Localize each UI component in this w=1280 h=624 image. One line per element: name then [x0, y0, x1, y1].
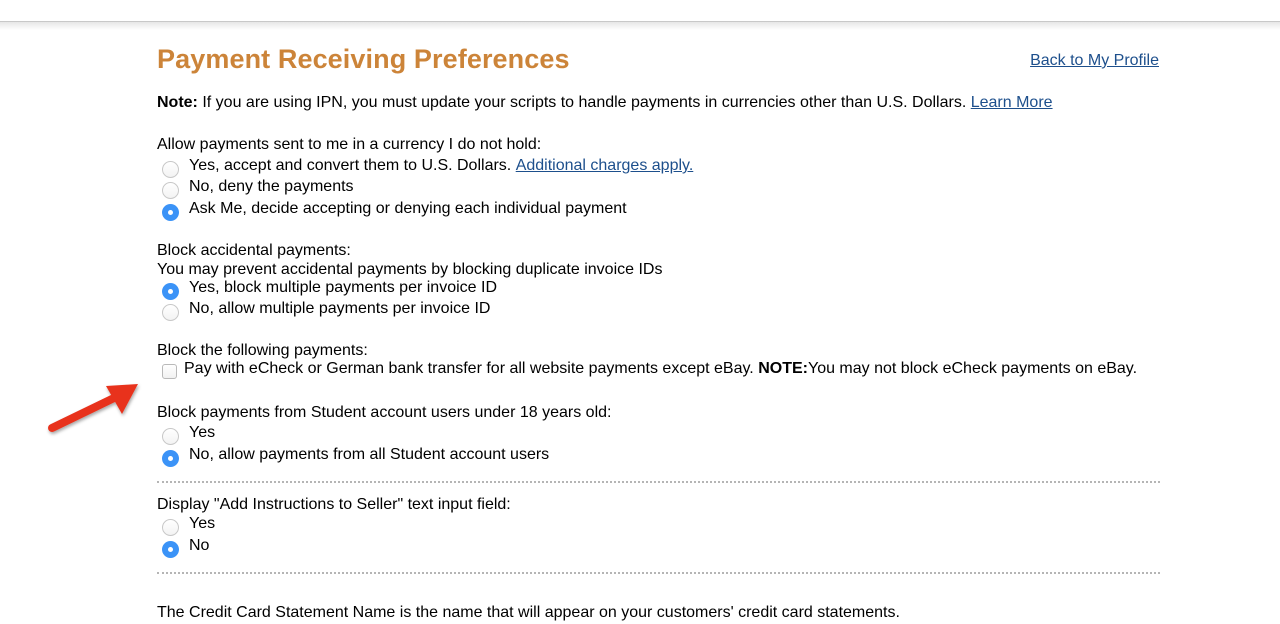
option-label: Ask Me, decide accepting or denying each… [189, 200, 627, 217]
option-label: Yes [189, 424, 216, 441]
currency-option-accept-convert[interactable]: Yes, accept and convert them to U.S. Dol… [162, 155, 694, 178]
radio-button-selected[interactable] [162, 541, 179, 558]
option-label: No, allow multiple payments per invoice … [189, 300, 491, 317]
echeck-note-text: You may not block eCheck payments on eBa… [807, 360, 1138, 377]
section-divider [157, 481, 1160, 483]
student-question: Block payments from Student account user… [157, 404, 612, 421]
option-label: No, allow payments from all Student acco… [189, 446, 550, 463]
instructions-option-yes[interactable]: Yes [162, 513, 216, 536]
radio-button-selected[interactable] [162, 450, 179, 467]
instructions-option-no[interactable]: No [162, 535, 210, 558]
currency-option-deny[interactable]: No, deny the payments [162, 176, 354, 199]
ipn-note: Note: If you are using IPN, you must upd… [157, 92, 1053, 113]
page-title: Payment Receiving Preferences [157, 44, 570, 74]
option-label: Yes [189, 515, 216, 532]
browser-top-bar [0, 0, 1280, 22]
radio-button[interactable] [162, 304, 179, 321]
student-option-yes[interactable]: Yes [162, 422, 216, 445]
learn-more-link[interactable]: Learn More [971, 94, 1053, 111]
annotation-arrow-icon [48, 384, 138, 432]
radio-button[interactable] [162, 519, 179, 536]
currency-option-ask-me[interactable]: Ask Me, decide accepting or denying each… [162, 198, 627, 221]
top-bar-shadow [0, 22, 1280, 30]
additional-charges-link[interactable]: Additional charges apply. [516, 155, 694, 176]
radio-button[interactable] [162, 428, 179, 445]
option-label: No [189, 537, 210, 554]
currency-question: Allow payments sent to me in a currency … [157, 136, 542, 153]
echeck-checkbox[interactable] [162, 364, 177, 379]
radio-button[interactable] [162, 182, 179, 199]
student-option-no[interactable]: No, allow payments from all Student acco… [162, 444, 550, 467]
note-text: If you are using IPN, you must update yo… [197, 94, 971, 111]
option-label: Yes, accept and convert them to U.S. Dol… [189, 157, 512, 174]
option-label: No, deny the payments [189, 178, 354, 195]
echeck-block-option[interactable]: Pay with eCheck or German bank transfer … [162, 358, 1137, 379]
back-to-profile-link[interactable]: Back to My Profile [1030, 52, 1159, 70]
instructions-question: Display "Add Instructions to Seller" tex… [157, 496, 511, 513]
echeck-note-label: NOTE: [758, 360, 808, 377]
accidental-question: Block accidental payments: [157, 242, 351, 259]
accidental-option-allow[interactable]: No, allow multiple payments per invoice … [162, 298, 491, 321]
radio-button-selected[interactable] [162, 204, 179, 221]
checkbox-label: Pay with eCheck or German bank transfer … [184, 360, 754, 377]
accidental-option-block[interactable]: Yes, block multiple payments per invoice… [162, 277, 497, 300]
section-divider [157, 572, 1160, 574]
credit-card-statement-text: The Credit Card Statement Name is the na… [157, 604, 900, 621]
note-label: Note: [157, 94, 198, 111]
option-label: Yes, block multiple payments per invoice… [189, 279, 497, 296]
